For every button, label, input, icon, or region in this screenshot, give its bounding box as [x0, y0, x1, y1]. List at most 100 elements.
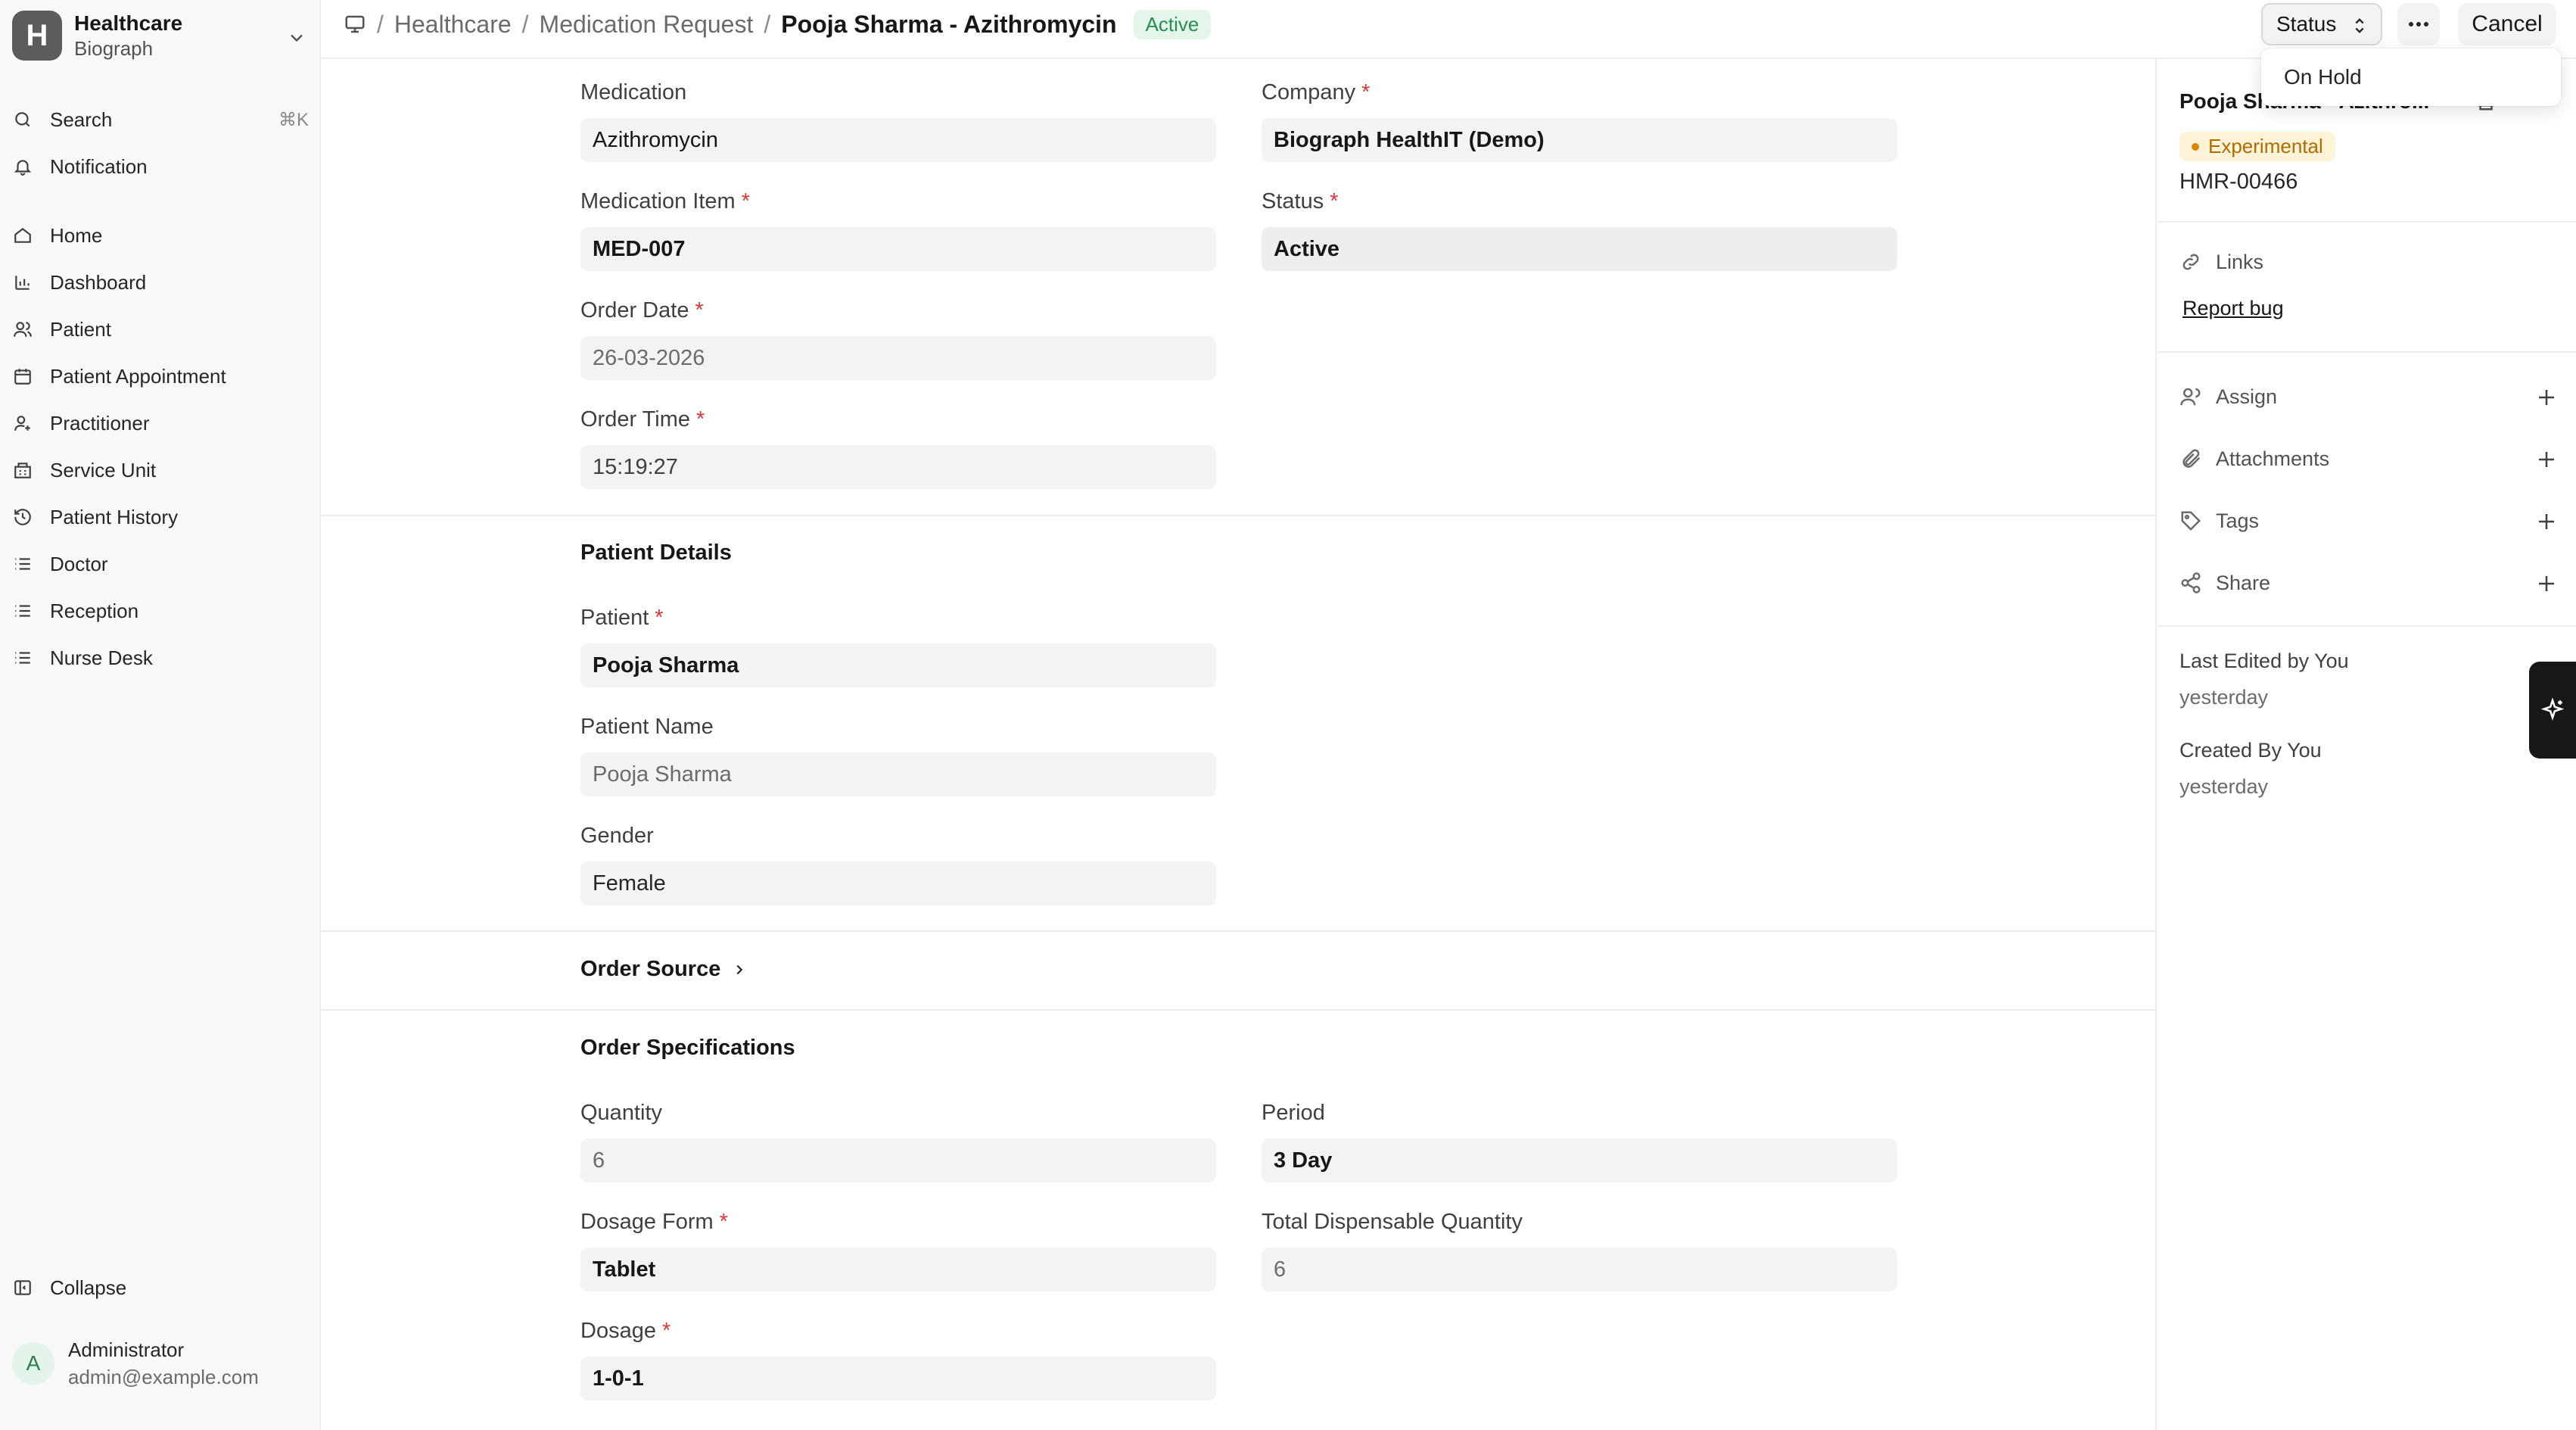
required-mark: *: [741, 189, 750, 213]
brand-logo: H: [12, 11, 62, 61]
search-icon: [12, 109, 33, 130]
breadcrumb-healthcare[interactable]: Healthcare: [394, 11, 512, 39]
sidebar-item-service-unit[interactable]: Service Unit: [12, 449, 309, 491]
order-time-field[interactable]: 15:19:27: [580, 445, 1216, 489]
cancel-button[interactable]: Cancel: [2458, 3, 2556, 45]
calendar-icon: [12, 366, 33, 387]
sidebar-item-patient-appointment[interactable]: Patient Appointment: [12, 355, 309, 397]
breadcrumb-separator: /: [521, 10, 529, 38]
share-row[interactable]: Share: [2179, 566, 2558, 600]
patient-field[interactable]: Pooja Sharma: [580, 643, 1216, 687]
user-text: Administrator admin@example.com: [68, 1336, 259, 1391]
share-label: Share: [2216, 571, 2271, 594]
user-icon: [2180, 388, 2201, 406]
sidebar-notification-label: Notification: [50, 154, 148, 178]
breadcrumb-medication-request[interactable]: Medication Request: [540, 11, 754, 39]
monitor-icon[interactable]: [344, 13, 366, 36]
page-title: Pooja Sharma - Azithromycin: [781, 10, 1117, 38]
section-title-order-source: Order Source: [580, 957, 721, 981]
brand-text: Healthcare Biograph: [74, 11, 182, 61]
experimental-badge-label: Experimental: [2208, 135, 2323, 157]
company-label-text: Company: [1262, 80, 1356, 104]
report-bug-link[interactable]: Report bug: [2182, 297, 2284, 320]
status-dropdown: On Hold: [2261, 48, 2561, 106]
user-name: Administrator: [68, 1338, 185, 1361]
status-select[interactable]: Active: [1262, 227, 1897, 271]
workspace-switcher[interactable]: H Healthcare Biograph: [12, 11, 307, 61]
user-email: admin@example.com: [68, 1366, 259, 1388]
bar-chart-icon: [12, 272, 33, 293]
dropdown-item-on-hold[interactable]: On Hold: [2272, 56, 2550, 98]
breadcrumb-separator: /: [764, 10, 771, 38]
status-dot: [2192, 142, 2199, 151]
users-icon: [12, 319, 33, 340]
order-time-label: Order Time *: [580, 407, 705, 432]
sidebar-item-home[interactable]: Home: [12, 214, 309, 257]
sidebar-item-practitioner[interactable]: Practitioner: [12, 402, 309, 444]
dosage-form-field[interactable]: Tablet: [580, 1248, 1216, 1291]
tags-row[interactable]: Tags: [2179, 504, 2558, 537]
sidebar-item-doctor[interactable]: Doctor: [12, 543, 309, 585]
quantity-field[interactable]: 6: [580, 1139, 1216, 1182]
company-label: Company *: [1262, 80, 1370, 105]
sidebar-collapse[interactable]: Collapse: [12, 1266, 309, 1309]
list-icon: [12, 647, 33, 668]
topbar: / Healthcare / Medication Request / Pooj…: [321, 0, 2576, 59]
link-icon: [2182, 254, 2199, 270]
period-field[interactable]: 3 Day: [1262, 1139, 1897, 1182]
company-field[interactable]: Biograph HealthIT (Demo): [1262, 118, 1897, 162]
plus-icon[interactable]: [2535, 510, 2558, 533]
patient-label: Patient *: [580, 606, 664, 631]
sidebar-item-reception[interactable]: Reception: [12, 590, 309, 632]
sidebar-item-label: Dashboard: [50, 270, 147, 294]
order-date-label: Order Date *: [580, 298, 704, 323]
assistant-button[interactable]: [2529, 662, 2576, 759]
medication-field[interactable]: Azithromycin: [580, 118, 1216, 162]
required-mark: *: [655, 606, 664, 630]
dosage-form-label: Dosage Form *: [580, 1210, 728, 1235]
attachments-row[interactable]: Attachments: [2179, 442, 2558, 475]
total-dispensable-label: Total Dispensable Quantity: [1262, 1210, 1523, 1234]
breadcrumb-separator: /: [377, 10, 384, 38]
plus-icon[interactable]: [2535, 386, 2558, 409]
sidebar-item-patient[interactable]: Patient: [12, 308, 309, 350]
sidebar-item-patient-history[interactable]: Patient History: [12, 496, 309, 538]
brand-title: Healthcare: [74, 11, 183, 35]
tag-icon: [2181, 511, 2201, 531]
required-mark: *: [1330, 189, 1339, 213]
created-label: Created By You: [2179, 739, 2322, 762]
sidebar-item-dashboard[interactable]: Dashboard: [12, 261, 309, 304]
sidebar-item-label: Home: [50, 223, 103, 247]
panel-divider: [2158, 351, 2576, 353]
dosage-label-text: Dosage: [580, 1319, 656, 1343]
breadcrumb: / Healthcare / Medication Request / Pooj…: [344, 0, 1212, 48]
required-mark: *: [695, 298, 704, 322]
dosage-form-label-text: Dosage Form: [580, 1210, 714, 1234]
dosage-field[interactable]: 1-0-1: [580, 1357, 1216, 1400]
home-icon: [12, 225, 33, 246]
chevron-up-down-icon: [2355, 18, 2364, 33]
period-label: Period: [1262, 1101, 1325, 1125]
history-icon: [12, 506, 33, 528]
section-toggle-order-source[interactable]: Order Source: [580, 957, 748, 982]
user-menu[interactable]: A Administrator admin@example.com: [12, 1334, 259, 1393]
sidebar-item-nurse-desk[interactable]: Nurse Desk: [12, 637, 309, 679]
sidebar-collapse-label: Collapse: [50, 1276, 127, 1299]
sidebar-notification[interactable]: Notification: [12, 145, 309, 188]
tags-label: Tags: [2216, 509, 2260, 532]
sidebar-item-label: Patient Appointment: [50, 364, 226, 388]
medication-item-field[interactable]: MED-007: [580, 227, 1216, 271]
plus-icon[interactable]: [2535, 448, 2558, 471]
status-button[interactable]: Status: [2261, 3, 2382, 45]
building-icon: [12, 460, 33, 481]
assign-row[interactable]: Assign: [2179, 380, 2558, 413]
status-label: Status *: [1262, 189, 1339, 214]
section-title-patient-details: Patient Details: [580, 541, 732, 565]
plus-icon[interactable]: [2535, 572, 2558, 595]
order-date-field[interactable]: 26-03-2026: [580, 336, 1216, 380]
more-actions-button[interactable]: [2397, 3, 2440, 45]
app-root: H Healthcare Biograph Search ⌘K Notifica…: [0, 0, 2576, 1430]
section-divider: [321, 1009, 2157, 1011]
sidebar-item-label: Patient History: [50, 505, 179, 528]
sidebar-search[interactable]: Search ⌘K: [12, 98, 309, 141]
